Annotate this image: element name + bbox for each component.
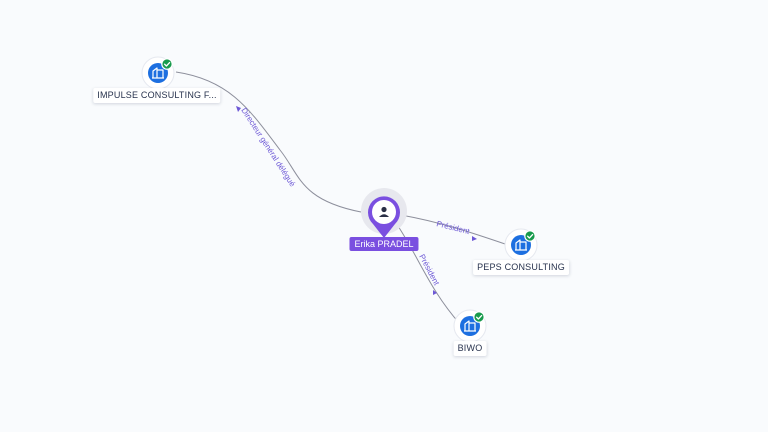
verified-check-icon [161, 58, 173, 70]
person-node[interactable] [361, 188, 407, 238]
company-label-biwo[interactable]: BIWO [453, 341, 487, 356]
arrow-icon-1 [472, 236, 477, 241]
company-node-impulse[interactable] [141, 56, 175, 90]
relation-label-2: Président [417, 253, 441, 288]
company-label-impulse[interactable]: IMPULSE CONSULTING F... [93, 88, 221, 103]
company-node-peps[interactable] [504, 228, 538, 262]
relationship-graph: Directeur général délégué Président Prés… [141, 56, 538, 343]
verified-check-icon [524, 230, 536, 242]
relation-label-1: Président [436, 219, 472, 236]
company-node-biwo[interactable] [453, 309, 487, 343]
edge-label-impulse: Directeur général délégué [239, 106, 297, 189]
relation-label-0: Directeur général délégué [239, 106, 297, 189]
company-label-peps[interactable]: PEPS CONSULTING [473, 260, 569, 275]
edge-label-peps: Président [436, 219, 472, 236]
person-name-label[interactable]: Erika PRADEL [349, 237, 419, 251]
edge-label-biwo: Président [417, 253, 441, 288]
verified-check-icon [473, 311, 485, 323]
